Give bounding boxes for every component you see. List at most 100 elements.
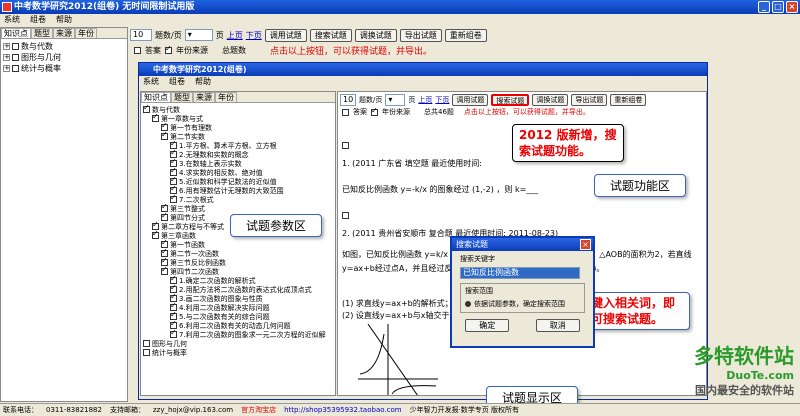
next-page-link[interactable]: 下页 xyxy=(246,30,262,41)
inner-per-page-label: 题数/页 xyxy=(359,95,383,104)
tab-type[interactable]: 题型 xyxy=(31,28,53,38)
scope-label: 搜索范围 xyxy=(465,287,493,295)
app-icon xyxy=(2,2,12,12)
inner-answer-checkbox[interactable] xyxy=(342,108,349,116)
q2-checkbox[interactable] xyxy=(342,212,349,219)
checkbox[interactable] xyxy=(170,193,177,203)
left-panel: 知识点 题型 来源 年份 + 数与代数 + 图形与几何 + 统计与概率 xyxy=(0,27,128,402)
checkbox[interactable] xyxy=(143,349,150,356)
checkbox[interactable] xyxy=(152,229,159,239)
page-select[interactable]: ▾ xyxy=(184,29,213,41)
inner-tree-label: 统计与概率 xyxy=(152,348,187,357)
checkbox[interactable] xyxy=(143,340,150,347)
inner-menu: 系统 组卷 帮助 xyxy=(139,76,707,87)
slogan: 少年智力开发报·数学专页 版权所有 xyxy=(409,406,520,414)
inner-search-button[interactable]: 搜索试题 xyxy=(491,93,530,106)
maximize-icon[interactable]: □ xyxy=(772,1,784,13)
search-questions-button[interactable]: 搜索试题 xyxy=(309,28,352,42)
answer-checkbox[interactable] xyxy=(134,47,141,54)
year-checkbox[interactable] xyxy=(165,44,172,54)
inner-tree-item[interactable]: 统计与概率 xyxy=(143,348,333,357)
scope-option[interactable]: 依据试题参数，确定搜索范围 xyxy=(465,299,580,309)
watermark-brand: 多特软件站 xyxy=(694,344,794,368)
minimize-icon[interactable]: _ xyxy=(758,1,770,13)
checkbox[interactable] xyxy=(161,130,168,140)
tab-year[interactable]: 年份 xyxy=(75,28,97,38)
search-dialog-title-bar: 搜索试题 × xyxy=(452,238,593,251)
phone-number: 0311-83821882 xyxy=(46,406,102,414)
inner-tree-item[interactable]: 7.二次根式 xyxy=(143,193,333,204)
inner-export-button[interactable]: 导出试题 xyxy=(571,93,608,106)
inner-title-bar: 中考数学研究2012(组卷) xyxy=(139,63,707,76)
inner-window: 中考数学研究2012(组卷) 系统 组卷 帮助 知识点 题型 来源 年份 数与代… xyxy=(138,62,708,400)
shop-url[interactable]: http://shop35395932.taobao.com xyxy=(284,404,402,415)
dialog-buttons: 确定 取消 xyxy=(452,319,593,332)
checkbox[interactable] xyxy=(12,54,19,61)
inner-year-checkbox[interactable] xyxy=(371,106,378,116)
inner-tree-item[interactable]: 7.利用二次函数的图象求一元二次方程的近似解 xyxy=(143,328,333,339)
inner-page-label: 页 xyxy=(408,95,416,104)
call-questions-button[interactable]: 调用试题 xyxy=(264,28,307,42)
callout-function-area: 试题功能区 xyxy=(594,174,686,197)
scope-radio[interactable] xyxy=(465,301,471,307)
inner-swap-button[interactable]: 调换试题 xyxy=(532,93,569,106)
expand-icon[interactable]: + xyxy=(3,43,10,50)
keyword-label: 搜索关键字 xyxy=(460,255,495,263)
checkbox[interactable] xyxy=(12,65,19,72)
options-row: 答案 年份来源 总题数 点击以上按钮，可以获得试题，并导出。 xyxy=(134,44,432,57)
scope-group: 搜索范围 依据试题参数，确定搜索范围 xyxy=(460,283,585,313)
inner-prev-link[interactable]: 上页 xyxy=(418,95,432,105)
menu-compose[interactable]: 组卷 xyxy=(30,14,46,26)
tab-source[interactable]: 来源 xyxy=(53,28,75,38)
tree-item[interactable]: + 图形与几何 xyxy=(3,52,125,63)
inner-call-button[interactable]: 调用试题 xyxy=(452,93,489,106)
tree-item[interactable]: + 数与代数 xyxy=(3,41,125,52)
checkbox[interactable] xyxy=(161,265,168,275)
swap-questions-button[interactable]: 调换试题 xyxy=(354,28,397,42)
close-icon[interactable]: × xyxy=(580,239,591,250)
ok-button[interactable]: 确定 xyxy=(465,319,510,332)
export-questions-button[interactable]: 导出试题 xyxy=(399,28,442,42)
inner-tree-panel: 知识点 题型 来源 年份 数与代数第一章数与式第一节有理数第二节实数1.平方根、… xyxy=(140,91,336,396)
per-page-input[interactable]: 10 xyxy=(130,29,152,41)
keyword-input[interactable]: 已知反比例函数 xyxy=(460,267,580,279)
checkbox[interactable] xyxy=(143,103,150,113)
inner-tab-source[interactable]: 来源 xyxy=(193,92,215,102)
inner-menu-help[interactable]: 帮助 xyxy=(195,76,211,87)
menu-help[interactable]: 帮助 xyxy=(56,14,72,26)
inner-tab-type[interactable]: 题型 xyxy=(171,92,193,102)
search-dialog: 搜索试题 × 搜索关键字 已知反比例函数 搜索范围 依据试题参数，确定搜索范围 … xyxy=(450,236,595,348)
window-title-bar: 中考数学研究2012(组卷) 无时间限制试用版 _ □ × xyxy=(0,0,800,14)
recompose-button[interactable]: 重新组卷 xyxy=(444,28,487,42)
prev-page-link[interactable]: 上页 xyxy=(227,30,243,41)
checkbox[interactable] xyxy=(152,112,159,122)
inner-recompose-button[interactable]: 重新组卷 xyxy=(610,93,647,106)
inner-tab-knowledge[interactable]: 知识点 xyxy=(141,92,171,102)
q1-checkbox[interactable] xyxy=(342,142,349,149)
inner-menu-compose[interactable]: 组卷 xyxy=(169,76,185,87)
inner-page-select[interactable]: ▾ xyxy=(385,93,406,106)
hint-text: 点击以上按钮，可以获得试题，并导出。 xyxy=(270,47,433,57)
watermark: 多特软件站 DuoTe.com 国内最安全的软件站 xyxy=(694,340,794,398)
per-page-label: 题数/页 xyxy=(155,30,182,40)
checkbox[interactable] xyxy=(161,211,168,221)
menu-system[interactable]: 系统 xyxy=(4,14,20,26)
expand-icon[interactable]: + xyxy=(3,54,10,61)
checkbox[interactable] xyxy=(170,328,177,338)
inner-next-link[interactable]: 下页 xyxy=(435,95,449,105)
inner-tab-year[interactable]: 年份 xyxy=(215,92,237,102)
menu-bar: 系统 组卷 帮助 xyxy=(0,14,800,26)
callout-new-feature: 2012 版新增，搜索试题功能。 xyxy=(512,124,624,162)
tab-knowledge[interactable]: 知识点 xyxy=(1,28,31,38)
inner-menu-system[interactable]: 系统 xyxy=(143,76,159,87)
expand-icon[interactable]: + xyxy=(3,65,10,72)
checkbox[interactable] xyxy=(12,43,19,50)
inner-per-page-input[interactable]: 10 xyxy=(340,93,356,106)
year-label: 年份来源 xyxy=(176,46,208,55)
tree-item[interactable]: + 统计与概率 xyxy=(3,63,125,74)
callout-param-area: 试题参数区 xyxy=(230,214,322,237)
close-icon[interactable]: × xyxy=(786,1,798,13)
callout-search-input: 键入相关词，即可搜索试题。 xyxy=(584,292,690,330)
email-label: 支持邮箱： xyxy=(109,406,145,414)
cancel-button[interactable]: 取消 xyxy=(535,319,580,332)
